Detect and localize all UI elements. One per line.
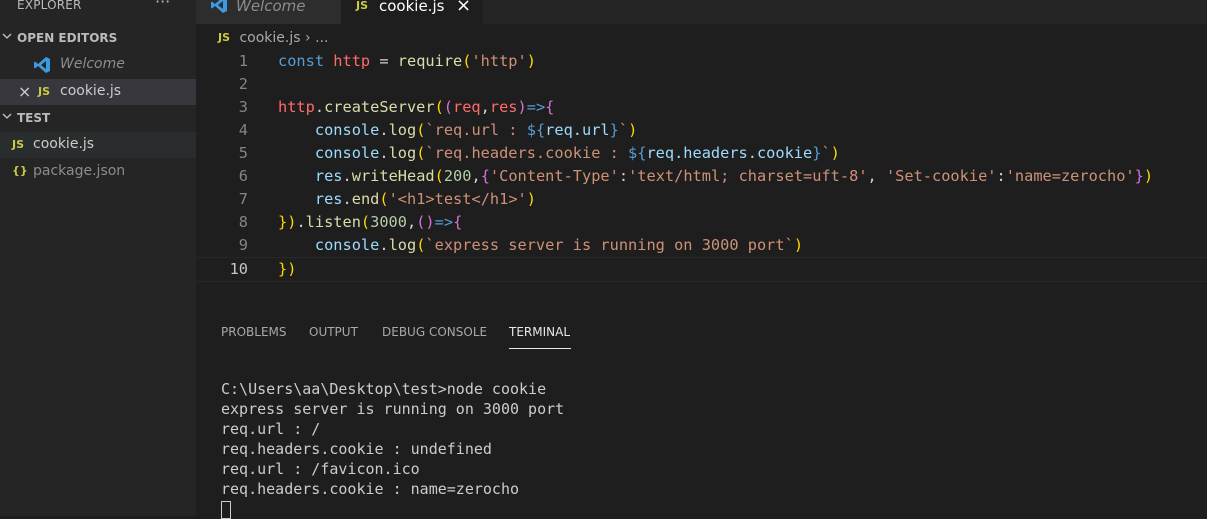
- open-editors-section[interactable]: OPEN EDITORS: [0, 28, 196, 50]
- code-line[interactable]: 7 res.end('<h1>test</h1>'): [196, 188, 1207, 211]
- code-text: console.log(`req.headers.cookie : ${req.…: [314, 144, 840, 162]
- code-text: res.end('<h1>test</h1>'): [314, 190, 536, 208]
- code-text: console.log(`req.url : ${req.url}`): [314, 121, 638, 139]
- code-line[interactable]: 8 }).listen(3000,()=>{: [196, 211, 1207, 234]
- code-line[interactable]: 9 console.log(`express server is running…: [196, 234, 1207, 257]
- line-number: 3: [238, 98, 248, 116]
- folder-label: TEST: [17, 111, 51, 125]
- terminal-line: express server is running on 3000 port: [221, 400, 565, 418]
- js-file-icon: JS: [12, 138, 25, 151]
- line-number: 2: [238, 75, 248, 93]
- line-number: 4: [238, 121, 248, 139]
- code-text: }).listen(3000,()=>{: [278, 213, 463, 231]
- code-editor[interactable]: 1 const http = require('http') 2 3 http.…: [196, 50, 1207, 282]
- tab-underline: [341, 24, 483, 25]
- tab-cookie-js[interactable]: JS cookie.js ×: [341, 0, 483, 25]
- code-line[interactable]: 1 const http = require('http'): [196, 50, 1207, 73]
- terminal-line: req.headers.cookie : undefined: [221, 440, 492, 458]
- terminal-output[interactable]: C:\Users\aa\Desktop\test>node cookie expr…: [221, 379, 564, 519]
- code-text: http.createServer((req,res)=>{: [278, 98, 555, 116]
- bottom-panel: PROBLEMS OUTPUT DEBUG CONSOLE TERMINAL C…: [196, 310, 1207, 519]
- open-editor-cookie[interactable]: × JS cookie.js: [0, 79, 196, 105]
- explorer-title: EXPLORER: [17, 0, 82, 12]
- terminal-line: req.url : /favicon.ico: [221, 460, 420, 478]
- chevron-down-icon: [2, 113, 12, 119]
- terminal-line: req.headers.cookie : name=zerocho: [221, 480, 520, 498]
- line-number: 8: [238, 213, 248, 231]
- open-editors-label: OPEN EDITORS: [17, 31, 118, 45]
- breadcrumb-rest[interactable]: ...: [315, 30, 328, 46]
- code-line[interactable]: 3 http.createServer((req,res)=>{: [196, 96, 1207, 119]
- code-line-current[interactable]: 10 }): [196, 257, 1207, 282]
- tab-terminal[interactable]: TERMINAL: [509, 325, 570, 339]
- tab-output[interactable]: OUTPUT: [309, 325, 358, 339]
- tab-label: cookie.js: [379, 0, 445, 15]
- code-line[interactable]: 2: [196, 73, 1207, 96]
- line-number: 10: [229, 260, 248, 278]
- tab-problems[interactable]: PROBLEMS: [221, 325, 287, 339]
- code-text: }): [278, 260, 297, 278]
- open-editor-welcome[interactable]: Welcome: [0, 52, 196, 78]
- js-file-icon: JS: [38, 85, 51, 98]
- line-number: 7: [238, 190, 248, 208]
- line-number: 9: [238, 236, 248, 254]
- line-number: 6: [238, 167, 248, 185]
- tab-label: Welcome: [236, 0, 306, 15]
- code-text: const http = require('http'): [278, 52, 536, 70]
- close-icon[interactable]: ×: [456, 0, 471, 16]
- folder-section-test[interactable]: TEST: [0, 108, 196, 130]
- file-item-cookie[interactable]: JS cookie.js: [0, 132, 196, 158]
- file-label: cookie.js: [33, 136, 95, 152]
- editor-tab-bar: Welcome JS cookie.js ×: [196, 0, 1207, 25]
- code-line[interactable]: 4 console.log(`req.url : ${req.url}`): [196, 119, 1207, 142]
- breadcrumb: JS cookie.js › ...: [218, 30, 328, 46]
- vscode-icon: [211, 0, 227, 13]
- code-line[interactable]: 6 res.writeHead(200,{'Content-Type':'tex…: [196, 165, 1207, 188]
- code-text: res.writeHead(200,{'Content-Type':'text/…: [314, 167, 1154, 185]
- more-actions-button[interactable]: ···: [155, 0, 170, 11]
- close-icon[interactable]: ×: [18, 82, 31, 101]
- code-line[interactable]: 5 console.log(`req.headers.cookie : ${re…: [196, 142, 1207, 165]
- breadcrumb-separator: ›: [305, 30, 311, 46]
- js-file-icon: JS: [356, 0, 369, 12]
- tab-welcome[interactable]: Welcome: [196, 0, 341, 24]
- terminal-line: C:\Users\aa\Desktop\test>node cookie: [221, 380, 547, 398]
- line-number: 1: [238, 52, 248, 70]
- tab-debug-console[interactable]: DEBUG CONSOLE: [382, 325, 487, 339]
- vscode-icon: [34, 57, 50, 73]
- breadcrumb-file[interactable]: cookie.js: [239, 30, 300, 46]
- json-file-icon: {}: [12, 164, 28, 177]
- open-editor-label: cookie.js: [60, 83, 122, 99]
- file-item-package-json[interactable]: {} package.json: [0, 159, 196, 185]
- open-editor-label: Welcome: [60, 56, 125, 72]
- js-file-icon: JS: [218, 31, 231, 44]
- line-number: 5: [238, 144, 248, 162]
- explorer-sidebar: EXPLORER ··· OPEN EDITORS Welcome × JS c…: [0, 0, 196, 516]
- code-text: console.log(`express server is running o…: [314, 236, 804, 254]
- file-label: package.json: [33, 163, 126, 179]
- chevron-down-icon: [2, 33, 12, 39]
- active-tab-indicator: [509, 348, 571, 349]
- terminal-line: req.url : /: [221, 420, 321, 438]
